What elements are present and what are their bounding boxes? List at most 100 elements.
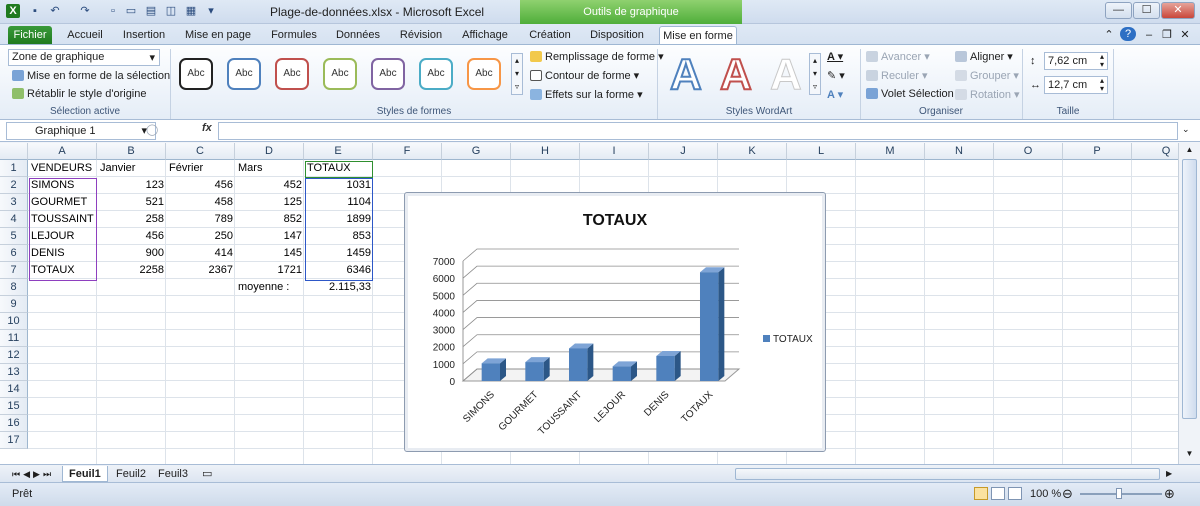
row-header-1[interactable]: 1 bbox=[0, 160, 28, 177]
column-header-a[interactable]: A bbox=[28, 143, 97, 160]
column-header-j[interactable]: J bbox=[649, 143, 718, 160]
tab-disposition[interactable]: Disposition bbox=[584, 26, 650, 44]
reset-style-button[interactable]: Rétablir le style d'origine bbox=[12, 88, 147, 100]
cell-e8[interactable]: 2.115,33 bbox=[304, 279, 374, 296]
column-header-c[interactable]: C bbox=[166, 143, 235, 160]
column-header-m[interactable]: M bbox=[856, 143, 925, 160]
cell-b1[interactable]: Janvier bbox=[97, 160, 167, 177]
cell-b7[interactable]: 2258 bbox=[97, 262, 167, 279]
cell-b4[interactable]: 258 bbox=[97, 211, 167, 228]
cell-d5[interactable]: 147 bbox=[235, 228, 305, 245]
width-input[interactable]: 12,7 cm ▴ ▾ bbox=[1044, 76, 1108, 94]
column-header-f[interactable]: F bbox=[373, 143, 442, 160]
close-button[interactable]: ✕ bbox=[1161, 2, 1195, 19]
cell-d4[interactable]: 852 bbox=[235, 211, 305, 228]
cell-b5[interactable]: 456 bbox=[97, 228, 167, 245]
open-icon[interactable]: ▭ bbox=[124, 4, 138, 18]
tab-mise-en-page[interactable]: Mise en page bbox=[182, 26, 254, 44]
restore-workbook-icon[interactable]: ❐ bbox=[1160, 26, 1174, 44]
cell-c4[interactable]: 789 bbox=[166, 211, 236, 228]
height-input[interactable]: 7,62 cm ▴ ▾ bbox=[1044, 52, 1108, 70]
row-header-2[interactable]: 2 bbox=[0, 177, 28, 194]
vertical-scrollbar[interactable]: ▲ ▼ bbox=[1178, 143, 1200, 464]
column-header-e[interactable]: E bbox=[304, 143, 373, 160]
new-file-icon[interactable]: ▫ bbox=[106, 4, 120, 18]
maximize-button[interactable]: ☐ bbox=[1133, 2, 1160, 19]
sheet-nav-arrows-icon[interactable]: ⏮◀▶⏭ bbox=[6, 466, 60, 482]
sheet-tab-feuil2[interactable]: Feuil2 bbox=[110, 466, 152, 482]
insert-function-icon[interactable]: fx bbox=[202, 122, 212, 134]
row-header-13[interactable]: 13 bbox=[0, 364, 28, 381]
name-box[interactable]: Graphique 1 ▾ bbox=[6, 122, 156, 140]
cell-c3[interactable]: 458 bbox=[166, 194, 236, 211]
scroll-right-icon[interactable]: ▶ bbox=[1160, 466, 1178, 482]
shape-style-7[interactable]: Abc bbox=[467, 58, 501, 90]
wordart-scroll[interactable]: ▴ ▾ ▿ bbox=[809, 53, 821, 95]
tab-mise-en-forme[interactable]: Mise en forme bbox=[659, 26, 737, 44]
print-preview-icon[interactable]: ◫ bbox=[164, 4, 178, 18]
cell-d2[interactable]: 452 bbox=[235, 177, 305, 194]
width-spinner-icon[interactable]: ▴ ▾ bbox=[1100, 77, 1104, 93]
tab-insertion[interactable]: Insertion bbox=[118, 26, 170, 44]
minimize-workbook-icon[interactable]: – bbox=[1142, 26, 1156, 44]
row-header-12[interactable]: 12 bbox=[0, 347, 28, 364]
tab-accueil[interactable]: Accueil bbox=[62, 26, 108, 44]
scroll-thumb[interactable] bbox=[1182, 159, 1197, 419]
normal-view-icon[interactable] bbox=[974, 487, 988, 500]
row-header-9[interactable]: 9 bbox=[0, 296, 28, 313]
text-effects-icon[interactable]: A ▾ bbox=[827, 88, 843, 101]
text-fill-icon[interactable]: A ▾ bbox=[827, 50, 843, 63]
cell-c2[interactable]: 456 bbox=[166, 177, 236, 194]
column-header-p[interactable]: P bbox=[1063, 143, 1132, 160]
shape-style-6[interactable]: Abc bbox=[419, 58, 453, 90]
tab-donnees[interactable]: Données bbox=[330, 26, 386, 44]
format-selection-button[interactable]: Mise en forme de la sélection bbox=[12, 70, 170, 82]
cell-d3[interactable]: 125 bbox=[235, 194, 305, 211]
save-icon[interactable]: ▪ bbox=[28, 4, 42, 18]
horizontal-scroll-thumb[interactable] bbox=[735, 468, 1160, 480]
tab-formules[interactable]: Formules bbox=[266, 26, 322, 44]
shape-effects-button[interactable]: Effets sur la forme ▾ bbox=[530, 88, 643, 101]
cell-c7[interactable]: 2367 bbox=[166, 262, 236, 279]
tab-creation[interactable]: Création bbox=[524, 26, 576, 44]
column-header-b[interactable]: B bbox=[97, 143, 166, 160]
group-button[interactable]: Grouper ▾ bbox=[955, 69, 1019, 82]
row-header-16[interactable]: 16 bbox=[0, 415, 28, 432]
shape-styles-scroll[interactable]: ▴ ▾ ▿ bbox=[511, 53, 523, 95]
column-header-k[interactable]: K bbox=[718, 143, 787, 160]
selection-pane-button[interactable]: Volet Sélection bbox=[866, 88, 954, 100]
chart-icon[interactable]: ▦ bbox=[184, 4, 198, 18]
shape-fill-button[interactable]: Remplissage de forme ▾ bbox=[530, 50, 664, 63]
shape-outline-button[interactable]: Contour de forme ▾ bbox=[530, 69, 639, 82]
column-header-g[interactable]: G bbox=[442, 143, 511, 160]
zoom-in-icon[interactable]: ⊕ bbox=[1164, 486, 1175, 502]
column-header-h[interactable]: H bbox=[511, 143, 580, 160]
print-icon[interactable]: ▤ bbox=[144, 4, 158, 18]
cell-c6[interactable]: 414 bbox=[166, 245, 236, 262]
wordart-style-gray[interactable]: A bbox=[770, 50, 803, 99]
customize-toolbar-icon[interactable]: ▾ bbox=[204, 4, 218, 18]
row-header-7[interactable]: 7 bbox=[0, 262, 28, 279]
scroll-up-icon[interactable]: ▲ bbox=[1182, 145, 1197, 157]
column-header-q[interactable]: Q bbox=[1132, 143, 1178, 160]
cell-d8[interactable]: moyenne : bbox=[235, 279, 305, 296]
row-header-11[interactable]: 11 bbox=[0, 330, 28, 347]
insert-sheet-icon[interactable]: ▭ bbox=[196, 466, 218, 482]
zoom-level[interactable]: 100 % bbox=[1030, 488, 1061, 500]
formula-input[interactable] bbox=[218, 122, 1178, 140]
column-header-l[interactable]: L bbox=[787, 143, 856, 160]
wordart-style-blue[interactable]: A bbox=[669, 50, 703, 100]
sheet-tab-feuil3[interactable]: Feuil3 bbox=[152, 466, 194, 482]
shape-style-5[interactable]: Abc bbox=[371, 58, 405, 90]
chevron-up-icon[interactable]: ⌃ bbox=[1102, 26, 1116, 44]
cell-d6[interactable]: 145 bbox=[235, 245, 305, 262]
cell-d1[interactable]: Mars bbox=[235, 160, 305, 177]
page-layout-view-icon[interactable] bbox=[991, 487, 1005, 500]
align-button[interactable]: Aligner ▾ bbox=[955, 50, 1013, 63]
column-header-d[interactable]: D bbox=[235, 143, 304, 160]
shape-style-2[interactable]: Abc bbox=[227, 58, 261, 90]
expand-formula-icon[interactable]: ⌄ bbox=[1182, 124, 1190, 135]
tab-fichier[interactable]: Fichier bbox=[8, 26, 52, 44]
cell-b2[interactable]: 123 bbox=[97, 177, 167, 194]
tab-affichage[interactable]: Affichage bbox=[455, 26, 515, 44]
